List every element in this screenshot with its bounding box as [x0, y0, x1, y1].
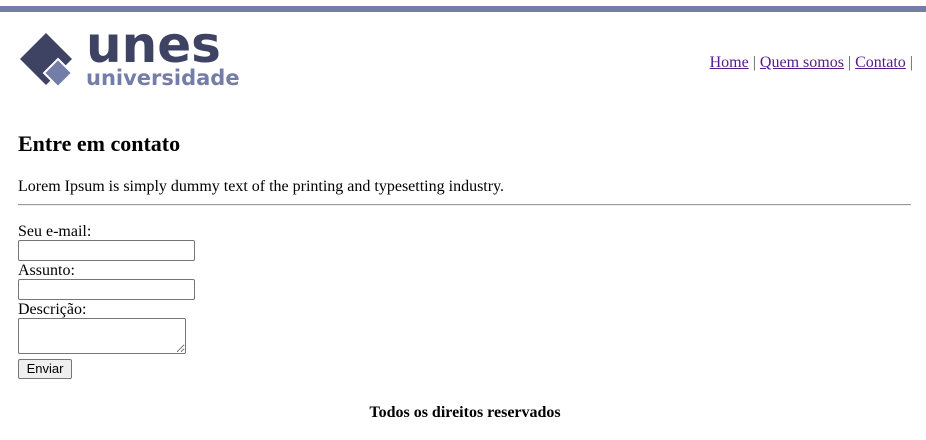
intro-text: Lorem Ipsum is simply dummy text of the … — [18, 178, 505, 195]
submit-button[interactable]: Enviar — [18, 359, 72, 379]
nav-separator: | — [847, 54, 852, 71]
subject-label: Assunto: — [18, 262, 75, 279]
diamond-logo-icon — [20, 33, 74, 89]
page-title: Entre em contato — [18, 131, 181, 156]
site-header: unes universidade Home | Quem somos | Co… — [18, 20, 913, 94]
nav-link-home[interactable]: Home — [710, 54, 749, 71]
footer-text: Todos os direitos reservados — [369, 404, 561, 421]
nav-link-contato[interactable]: Contato — [855, 54, 906, 71]
email-label: Seu e-mail: — [18, 223, 92, 240]
nav-link-quem-somos[interactable]: Quem somos — [760, 54, 844, 71]
description-textarea[interactable] — [18, 318, 186, 354]
logo-subtitle: universidade — [86, 66, 240, 90]
top-accent-bar — [0, 6, 926, 12]
main-nav: Home | Quem somos | Contato | — [710, 53, 913, 73]
nav-separator: | — [909, 54, 913, 71]
subject-field[interactable] — [18, 279, 195, 300]
site-logo[interactable]: unes universidade — [18, 20, 240, 94]
description-label: Descrição: — [18, 301, 87, 318]
logo-wordmark: unes — [86, 16, 221, 74]
nav-separator: | — [752, 54, 756, 71]
email-field[interactable] — [18, 240, 195, 261]
section-divider — [18, 204, 911, 206]
